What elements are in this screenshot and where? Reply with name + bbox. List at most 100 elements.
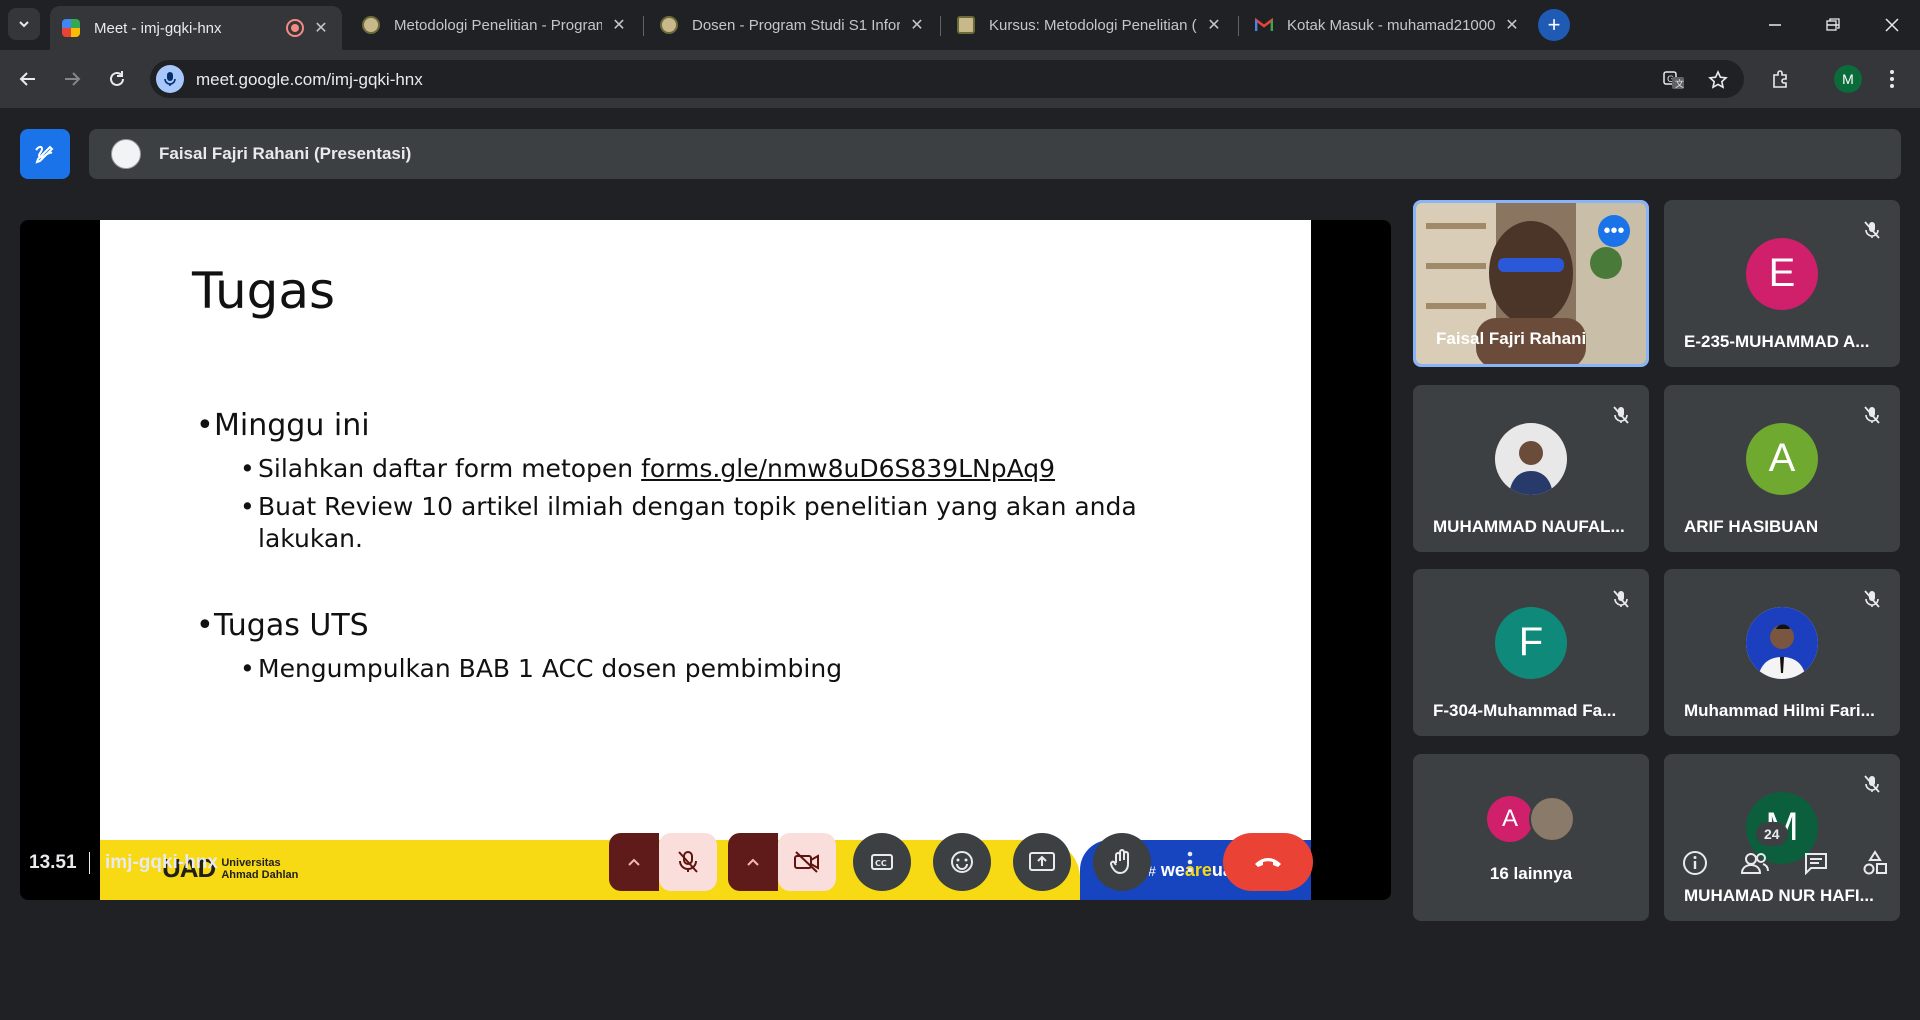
close-icon[interactable]: ✕ xyxy=(312,18,330,38)
meet-icon xyxy=(62,19,80,37)
extensions-button[interactable] xyxy=(1765,63,1797,95)
participant-tile[interactable]: A ARIF HASIBUAN xyxy=(1664,385,1900,552)
participant-photo xyxy=(1495,422,1567,495)
audio-options-button[interactable] xyxy=(609,833,659,891)
people-button[interactable] xyxy=(1735,843,1775,883)
others-tile[interactable]: A 16 lainnya xyxy=(1413,754,1649,921)
reactions-button[interactable] xyxy=(933,833,991,891)
camera-off-icon xyxy=(794,851,819,873)
minimize-button[interactable] xyxy=(1760,10,1790,40)
participant-avatar: A xyxy=(1487,796,1533,842)
star-icon xyxy=(1708,70,1728,89)
annotate-button[interactable] xyxy=(20,129,70,179)
raise-hand-button[interactable] xyxy=(1093,833,1151,891)
slide-title: Tugas xyxy=(192,262,336,320)
participant-tile[interactable]: MUHAMMAD NAUFAL... xyxy=(1413,385,1649,552)
captions-button[interactable]: CC xyxy=(853,833,911,891)
tab-divider xyxy=(1238,16,1239,36)
reload-button[interactable] xyxy=(101,63,133,95)
more-vertical-icon xyxy=(1187,851,1193,873)
maximize-button[interactable] xyxy=(1818,10,1848,40)
emoji-icon xyxy=(951,851,973,873)
translate-button[interactable]: G文 xyxy=(1662,68,1686,92)
tab-title: Kursus: Metodologi Penelitian (I xyxy=(989,16,1197,34)
participant-avatar: F xyxy=(1495,606,1567,679)
activities-button[interactable] xyxy=(1855,843,1895,883)
back-button[interactable] xyxy=(12,63,44,95)
tab-search-button[interactable] xyxy=(8,8,40,40)
slide-text-cont: lakukan. xyxy=(258,524,363,553)
participant-avatar: A xyxy=(1746,422,1818,495)
slide-sub-bullet: • Buat Review 10 artikel ilmiah dengan to… xyxy=(240,492,1137,521)
chat-button[interactable] xyxy=(1796,843,1836,883)
slide-text: Mengumpulkan BAB 1 ACC dosen pembimbing xyxy=(258,654,843,683)
slide-sub-bullet: • Silahkan daftar form metopen forms.gle/… xyxy=(240,454,1056,483)
translate-icon: G文 xyxy=(1663,71,1684,90)
slide-text: Silahkan daftar form metopen xyxy=(258,454,642,483)
tab-gmail[interactable]: Kotak Masuk - muhamad21000 ✕ xyxy=(1243,6,1533,44)
forward-button[interactable] xyxy=(56,63,88,95)
tab-dosen[interactable]: Dosen - Program Studi S1 Inform ✕ xyxy=(648,6,938,44)
university-icon xyxy=(957,16,975,34)
bookmark-button[interactable] xyxy=(1706,68,1730,92)
toggle-camera-button[interactable] xyxy=(778,833,836,891)
restore-icon xyxy=(1826,18,1840,31)
mic-off-icon xyxy=(1860,403,1884,427)
participant-photo xyxy=(1529,796,1575,842)
more-horizontal-icon: ••• xyxy=(1603,220,1625,242)
tab-metodologi[interactable]: Metodologi Penelitian - Program ✕ xyxy=(350,6,640,44)
profile-avatar[interactable]: M xyxy=(1834,65,1862,93)
browser-tab-bar: Meet - imj-gqki-hnx ✕ Metodologi Penelit… xyxy=(0,0,1920,50)
close-icon[interactable]: ✕ xyxy=(1503,15,1521,35)
university-icon xyxy=(660,16,678,34)
tab-divider xyxy=(940,16,941,36)
leave-call-button[interactable] xyxy=(1223,833,1313,891)
video-options-button[interactable] xyxy=(728,833,778,891)
tab-title: Meet - imj-gqki-hnx xyxy=(94,19,222,37)
participant-name: MUHAMAD NUR HAFI... xyxy=(1684,886,1874,905)
participant-name: Muhammad Hilmi Fari... xyxy=(1684,701,1875,720)
minimize-icon xyxy=(1769,24,1781,26)
site-info-button[interactable] xyxy=(156,65,184,93)
participant-name: E-235-MUHAMMAD A... xyxy=(1684,332,1870,351)
hand-icon xyxy=(1110,849,1129,875)
participant-name: MUHAMMAD NAUFAL... xyxy=(1433,517,1625,536)
participant-tile[interactable]: F F-304-Muhammad Fa... xyxy=(1413,569,1649,736)
participant-tile[interactable]: E E-235-MUHAMMAD A... xyxy=(1664,200,1900,367)
participant-name: ARIF HASIBUAN xyxy=(1684,517,1819,536)
mic-off-icon xyxy=(1860,587,1884,611)
presentation-header: Faisal Fajri Rahani (Presentasi) xyxy=(89,129,1901,179)
present-screen-button[interactable] xyxy=(1013,833,1071,891)
more-options-button[interactable] xyxy=(1173,833,1207,891)
svg-text:文: 文 xyxy=(1675,78,1684,90)
chat-icon xyxy=(1805,853,1827,875)
close-icon[interactable]: ✕ xyxy=(1205,15,1223,35)
new-tab-button[interactable]: + xyxy=(1538,9,1570,41)
browser-toolbar: meet.google.com/imj-gqki-hnx G文 M xyxy=(0,50,1920,108)
toggle-microphone-button[interactable] xyxy=(659,833,717,891)
address-bar[interactable]: meet.google.com/imj-gqki-hnx G文 xyxy=(150,60,1744,98)
meeting-details-button[interactable] xyxy=(1675,843,1715,883)
participant-tile[interactable]: ••• Faisal Fajri Rahani xyxy=(1413,200,1649,367)
puzzle-icon xyxy=(1773,70,1787,88)
mic-off-icon xyxy=(1860,218,1884,242)
clock: 13.51 xyxy=(29,852,77,873)
form-link[interactable]: forms.gle/nmw8uD6S839LNpAq9 xyxy=(641,454,1055,483)
close-icon[interactable]: ✕ xyxy=(610,15,628,35)
slide-bullet: •Minggu ini xyxy=(196,408,370,443)
participant-tile[interactable]: Muhammad Hilmi Fari... xyxy=(1664,569,1900,736)
tab-title: Kotak Masuk - muhamad21000 xyxy=(1287,16,1495,34)
tab-kursus[interactable]: Kursus: Metodologi Penelitian (I ✕ xyxy=(945,6,1235,44)
presentation-stage[interactable]: Tugas •Minggu ini • Silahkan daftar form … xyxy=(20,220,1391,900)
close-window-button[interactable] xyxy=(1877,10,1907,40)
more-vertical-icon xyxy=(1890,70,1894,88)
camera-control xyxy=(728,833,836,891)
tab-divider xyxy=(643,16,644,36)
more-options-button[interactable]: ••• xyxy=(1598,215,1630,247)
browser-menu-button[interactable] xyxy=(1876,63,1908,95)
logo-subtext: Universitas Ahmad Dahlan xyxy=(221,857,298,881)
logo-sub1: Universitas xyxy=(221,856,281,869)
tab-meet[interactable]: Meet - imj-gqki-hnx ✕ xyxy=(50,6,342,50)
close-icon[interactable]: ✕ xyxy=(908,15,926,35)
people-icon xyxy=(1740,853,1769,874)
